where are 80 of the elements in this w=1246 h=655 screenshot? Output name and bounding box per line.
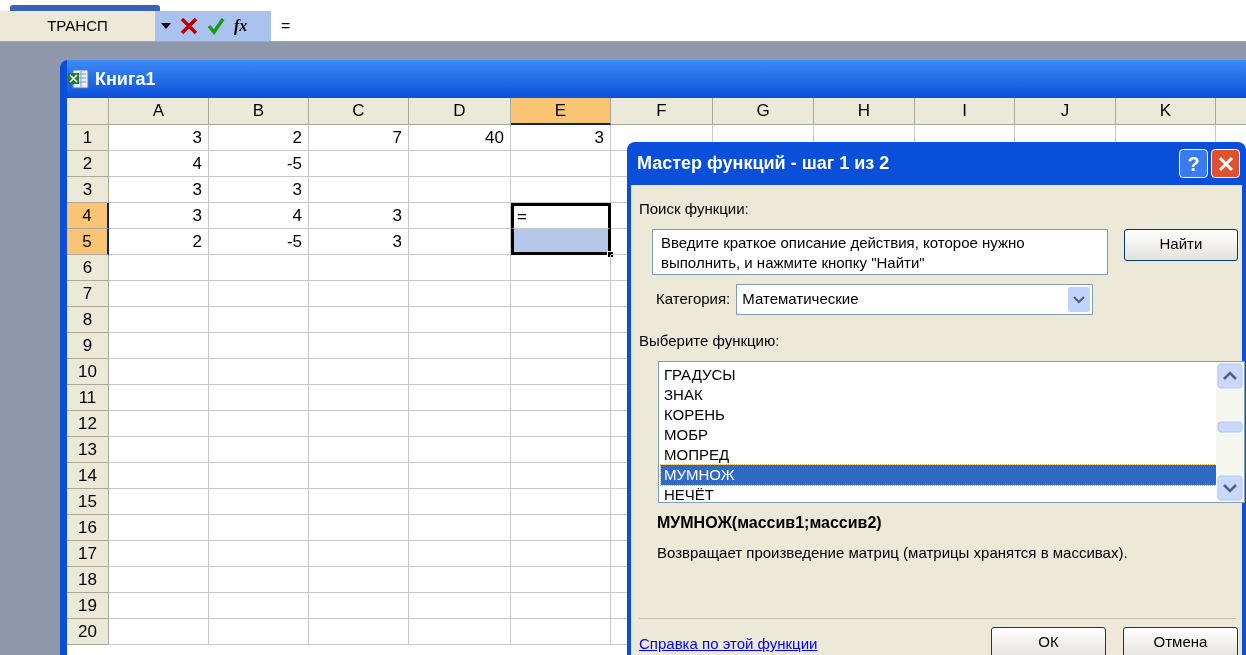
function-item[interactable]: ЗНАК — [661, 385, 1216, 405]
row-header[interactable]: 19 — [67, 593, 109, 619]
table-cell: 7 — [309, 125, 409, 151]
table-cell: 3 — [511, 125, 611, 151]
table-cell: 4 — [109, 151, 209, 177]
row-header[interactable]: 18 — [67, 567, 109, 593]
table-cell: -5 — [209, 151, 309, 177]
help-link[interactable]: Справка по этой функции — [639, 633, 818, 655]
table-cell: 3 — [109, 125, 209, 151]
table-cell: 3 — [109, 177, 209, 203]
column-header[interactable]: I — [915, 98, 1015, 125]
formula-field[interactable]: = — [271, 11, 1246, 41]
close-icon — [1217, 155, 1234, 172]
column-header[interactable]: F — [611, 98, 713, 125]
help-button[interactable]: ? — [1179, 149, 1208, 178]
row-header[interactable]: 8 — [67, 307, 109, 333]
row-header[interactable]: 20 — [67, 619, 109, 645]
category-dropdown[interactable]: Математические — [736, 283, 1094, 315]
check-icon[interactable] — [207, 17, 225, 35]
column-header[interactable]: G — [713, 98, 814, 125]
row-header[interactable]: 14 — [67, 463, 109, 489]
table-cell: -5 — [209, 229, 309, 255]
cancel-icon[interactable] — [180, 17, 198, 35]
caret-icon[interactable] — [161, 23, 171, 29]
table-cell: = — [511, 203, 611, 229]
search-label: Поиск функции: — [639, 199, 750, 219]
fill-handle[interactable] — [607, 251, 614, 258]
function-button[interactable]: fx — [234, 18, 248, 34]
category-label: Категория: — [656, 288, 731, 309]
function-item[interactable]: МУМНОЖ — [661, 465, 1216, 485]
row-header[interactable]: 7 — [67, 281, 109, 307]
table-cell: 4 — [209, 203, 309, 229]
row-header[interactable]: 4 — [67, 203, 109, 229]
row-header[interactable]: 10 — [67, 359, 109, 385]
select-all-corner[interactable] — [67, 98, 109, 125]
column-header[interactable]: E — [511, 98, 611, 125]
row-header[interactable]: 2 — [67, 151, 109, 177]
column-header[interactable]: D — [409, 98, 511, 125]
scrollbar[interactable] — [1216, 362, 1244, 502]
dialog-button[interactable]: ОК — [991, 626, 1106, 655]
table-cell: 3 — [309, 229, 409, 255]
row-header[interactable]: 9 — [67, 333, 109, 359]
row-header[interactable]: 13 — [67, 437, 109, 463]
search-field[interactable]: Введите краткое описание действия, которое нужно выполнить, и нажмите кнопку "Найти" — [652, 228, 1108, 275]
column-header[interactable]: B — [209, 98, 309, 125]
table-cell: 2 — [109, 229, 209, 255]
chevron-down-icon — [1068, 286, 1091, 312]
column-header[interactable]: A — [109, 98, 209, 125]
window-title: Книга1 — [95, 67, 156, 91]
table-cell: 3 — [109, 203, 209, 229]
list-label: Выберите функцию: — [639, 330, 781, 351]
row-header[interactable]: 5 — [67, 229, 109, 255]
function-signature: МУМНОЖ(массив1;массив2) — [657, 513, 883, 533]
row-header[interactable]: 15 — [67, 489, 109, 515]
row-header[interactable]: 16 — [67, 515, 109, 541]
function-item[interactable]: КОРЕНЬ — [661, 405, 1216, 425]
table-cell: 2 — [209, 125, 309, 151]
row-header[interactable]: 6 — [67, 255, 109, 281]
table-cell: 3 — [209, 177, 309, 203]
row-header[interactable]: 11 — [67, 385, 109, 411]
spreadsheet-icon — [67, 69, 89, 89]
dialog-button[interactable]: Отмена — [1123, 626, 1238, 655]
row-header[interactable]: 1 — [67, 125, 109, 151]
function-item[interactable]: МОБР — [661, 425, 1216, 445]
column-header[interactable]: K — [1116, 98, 1216, 125]
close-button[interactable] — [1211, 149, 1240, 178]
column-header[interactable]: J — [1015, 98, 1116, 125]
column-header[interactable]: C — [309, 98, 409, 125]
function-item[interactable]: МОПРЕД — [661, 445, 1216, 465]
table-cell: 40 — [409, 125, 511, 151]
dialog-title: Мастер функций - шаг 1 из 2 — [637, 152, 890, 175]
function-item[interactable]: ГРАДУСЫ — [661, 365, 1216, 385]
row-header[interactable]: 17 — [67, 541, 109, 567]
function-description: Возвращает произведение матриц (матрицы хранятся в массивах). — [657, 543, 1129, 563]
row-header[interactable]: 12 — [67, 411, 109, 437]
function-item[interactable]: НЕЧЁТ — [661, 485, 1216, 505]
column-header[interactable]: H — [814, 98, 915, 125]
row-header[interactable]: 3 — [67, 177, 109, 203]
find-button[interactable]: Найти — [1123, 228, 1238, 261]
table-cell: 3 — [309, 203, 409, 229]
